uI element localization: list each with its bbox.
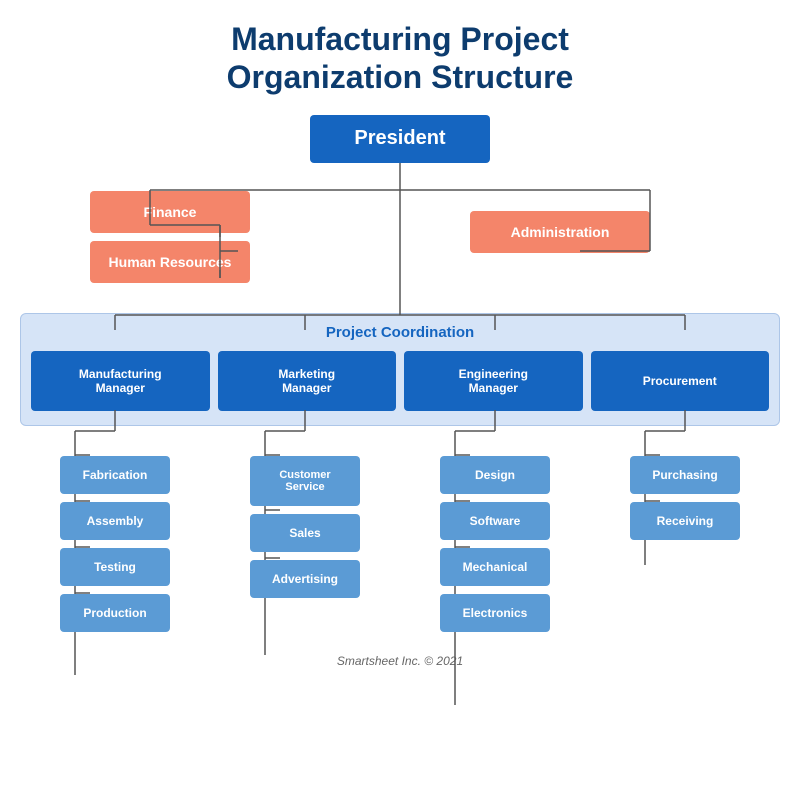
finance-box: Finance (90, 191, 250, 233)
manufacturing-manager-box: ManufacturingManager (31, 351, 210, 411)
production-box: Production (60, 594, 170, 632)
project-coord-band: Project Coordination ManufacturingManage… (20, 313, 780, 426)
sub-column-manufacturing: Fabrication Assembly Testing Production (20, 426, 210, 640)
testing-box: Testing (60, 548, 170, 586)
design-box: Design (440, 456, 550, 494)
project-coord-section: Project Coordination ManufacturingManage… (20, 313, 780, 426)
customer-service-box: CustomerService (250, 456, 360, 506)
sub-column-marketing: CustomerService Sales Advertising (210, 426, 400, 640)
page-title: Manufacturing ProjectOrganization Struct… (227, 20, 574, 97)
project-coord-label: Project Coordination (31, 324, 769, 341)
software-box: Software (440, 502, 550, 540)
left-group: Finance Human Resources (90, 191, 250, 283)
footer: Smartsheet Inc. © 2021 (20, 654, 780, 668)
sub-column-engineering: Design Software Mechanical Electronics (400, 426, 590, 640)
receiving-box: Receiving (630, 502, 740, 540)
president-row: President (20, 115, 780, 163)
purchasing-box: Purchasing (630, 456, 740, 494)
page: Manufacturing ProjectOrganization Struct… (0, 0, 800, 678)
org-chart: President Finance Human Resources Admini… (20, 115, 780, 668)
procurement-box: Procurement (591, 351, 770, 411)
marketing-manager-box: MarketingManager (218, 351, 397, 411)
engineering-manager-box: EngineeringManager (404, 351, 583, 411)
hr-box: Human Resources (90, 241, 250, 283)
admin-wrapper: Administration (470, 201, 710, 253)
sub-section: Fabrication Assembly Testing Production … (20, 426, 780, 640)
managers-row: ManufacturingManager MarketingManager En… (31, 351, 769, 411)
mechanical-box: Mechanical (440, 548, 550, 586)
advertising-box: Advertising (250, 560, 360, 598)
sales-box: Sales (250, 514, 360, 552)
fabrication-box: Fabrication (60, 456, 170, 494)
admin-box: Administration (470, 211, 650, 253)
sub-column-procurement: Purchasing Receiving (590, 426, 780, 640)
president-box: President (310, 115, 490, 163)
upper-row: Finance Human Resources Administration (20, 191, 780, 283)
assembly-box: Assembly (60, 502, 170, 540)
electronics-box: Electronics (440, 594, 550, 632)
